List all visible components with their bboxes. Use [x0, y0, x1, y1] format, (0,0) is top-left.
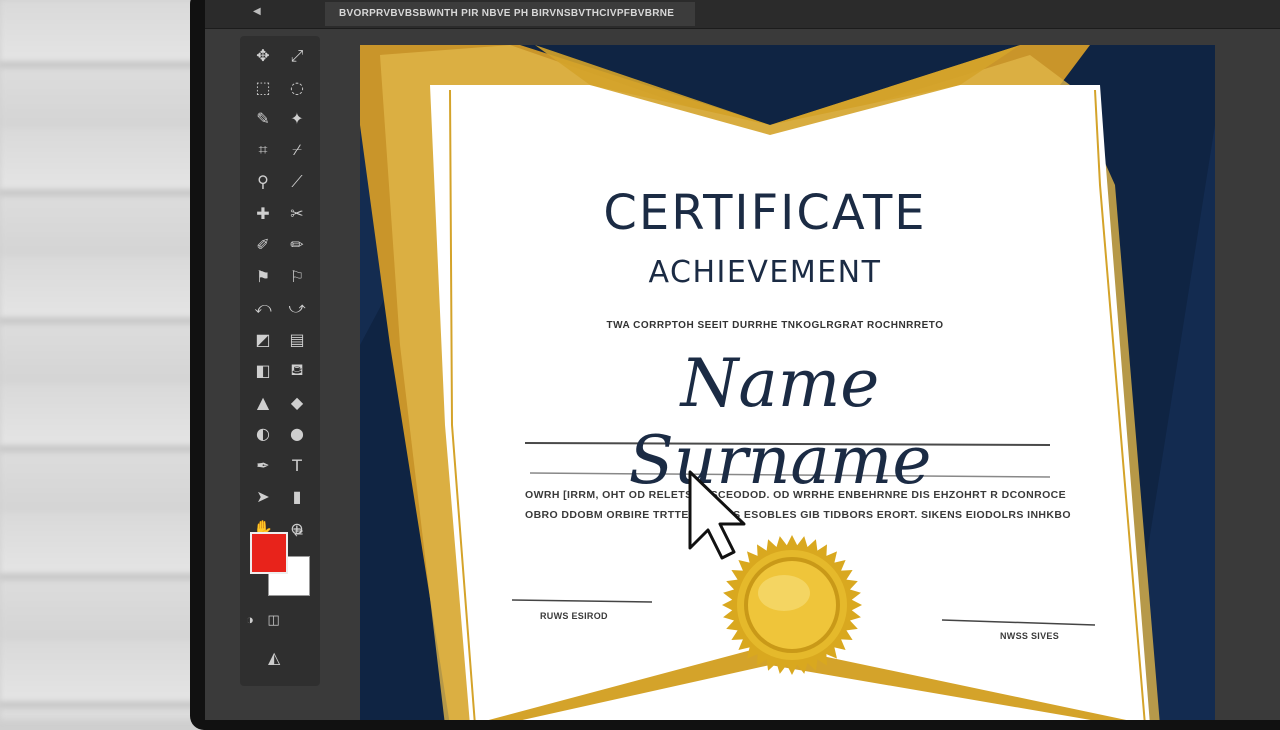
- certificate-title[interactable]: CERTIFICATE: [550, 185, 980, 241]
- mode-tools: ◑ ◫: [246, 612, 290, 628]
- body-text-line-2[interactable]: OBRO DDOBM ORBIRE TRTTECO DHOS ESOBLES G…: [525, 509, 1071, 521]
- mouse-cursor-icon: [688, 470, 746, 560]
- certificate-text-layer: CERTIFICATE ACHIEVEMENT TWA CORRPTOH SEE…: [360, 45, 1215, 720]
- text-icon[interactable]: T: [280, 450, 314, 482]
- magic-wand-icon[interactable]: ✦: [280, 103, 314, 135]
- document-tab[interactable]: BVORPRVBVBSBWNTH PIR NBVE PH BIRVNSBVTHC…: [325, 2, 695, 26]
- certificate-subtitle[interactable]: ACHIEVEMENT: [580, 255, 950, 290]
- patch-icon[interactable]: ✂: [280, 198, 314, 230]
- crop-icon[interactable]: ⌗: [246, 135, 280, 167]
- marquee-icon[interactable]: ⬚: [246, 72, 280, 104]
- pencil-icon[interactable]: ✏: [280, 229, 314, 261]
- pattern-stamp-icon[interactable]: ⚐: [280, 261, 314, 293]
- clone-stamp-icon[interactable]: ⚑: [246, 261, 280, 293]
- swap-colors-icon[interactable]: ⇄: [294, 526, 303, 539]
- eyedropper-icon[interactable]: ⚲: [246, 166, 280, 198]
- app-screen: ◀ BVORPRVBVBSBWNTH PIR NBVE PH BIRVNSBVT…: [205, 0, 1280, 720]
- bg-eraser-icon[interactable]: ▤: [280, 324, 314, 356]
- tool-grid: ✥ ⤢ ⬚ ◌ ✎ ✦ ⌗ ⌿ ⚲ ⟋ ✚ ✂ ✐ ✏ ⚑ ⚐ ⤺ ⤻ ◩ ▤ ◧ ⛾ ▲ ◆ ◐ ● ✒ T ➤ ▮ ✋ ⊕: [246, 40, 314, 544]
- quick-mask-icon[interactable]: ◫: [267, 612, 279, 627]
- tools-panel: ✥ ⤢ ⬚ ◌ ✎ ✦ ⌗ ⌿ ⚲ ⟋ ✚ ✂ ✐ ✏ ⚑ ⚐ ⤺ ⤻ ◩ ▤ ◧ ⛾ ▲ ◆ ◐ ● ✒ T ➤ ▮ ✋ ⊕ ⇄ ◑ ◫ ◭: [240, 36, 320, 686]
- shape-icon[interactable]: ▮: [280, 481, 314, 513]
- app-top-bar: ◀ BVORPRVBVBSBWNTH PIR NBVE PH BIRVNSBVT…: [205, 0, 1280, 29]
- signature-left-label[interactable]: RUWS ESIROD: [540, 611, 608, 621]
- blur-icon[interactable]: ▲: [246, 387, 280, 419]
- dodge-icon[interactable]: ◐: [246, 418, 280, 450]
- color-swatches: ⇄: [246, 526, 316, 616]
- slice-icon[interactable]: ⌿: [280, 135, 314, 167]
- recipient-name[interactable]: Name Surname: [530, 345, 1030, 499]
- lasso-icon[interactable]: ◌: [280, 72, 314, 104]
- brush-icon[interactable]: ✐: [246, 229, 280, 261]
- eraser-icon[interactable]: ◩: [246, 324, 280, 356]
- signature-right-label[interactable]: NWSS SIVES: [1000, 631, 1059, 641]
- gradient-icon[interactable]: ◧: [246, 355, 280, 387]
- foreground-color-swatch[interactable]: [250, 532, 288, 574]
- quick-select-icon[interactable]: ✎: [246, 103, 280, 135]
- ruler-icon[interactable]: ⟋: [280, 166, 314, 198]
- art-history-icon[interactable]: ⤻: [280, 292, 314, 324]
- paint-bucket-icon[interactable]: ⛾: [280, 355, 314, 387]
- move-icon[interactable]: ✥: [246, 40, 280, 72]
- screen-mode-icon[interactable]: ◭: [268, 648, 280, 668]
- sharpen-icon[interactable]: ◆: [280, 387, 314, 419]
- history-brush-icon[interactable]: ⤺: [246, 292, 280, 324]
- healing-brush-icon[interactable]: ✚: [246, 198, 280, 230]
- pen-icon[interactable]: ✒: [246, 450, 280, 482]
- presented-line[interactable]: TWA CORRPTOH SEEIT DURRHE TNKOGLRGRAT RO…: [560, 320, 990, 331]
- artboard-icon[interactable]: ⤢: [280, 40, 314, 72]
- default-colors-icon[interactable]: ◑: [246, 612, 254, 627]
- path-select-icon[interactable]: ➤: [246, 481, 280, 513]
- menu-icon[interactable]: ◀: [253, 6, 265, 18]
- body-text-line-1[interactable]: OWRH [IRRM, OHT OD RELETS TBSCEODOD. OD …: [525, 489, 1066, 501]
- burn-icon[interactable]: ●: [280, 418, 314, 450]
- document-canvas[interactable]: CERTIFICATE ACHIEVEMENT TWA CORRPTOH SEE…: [360, 45, 1215, 720]
